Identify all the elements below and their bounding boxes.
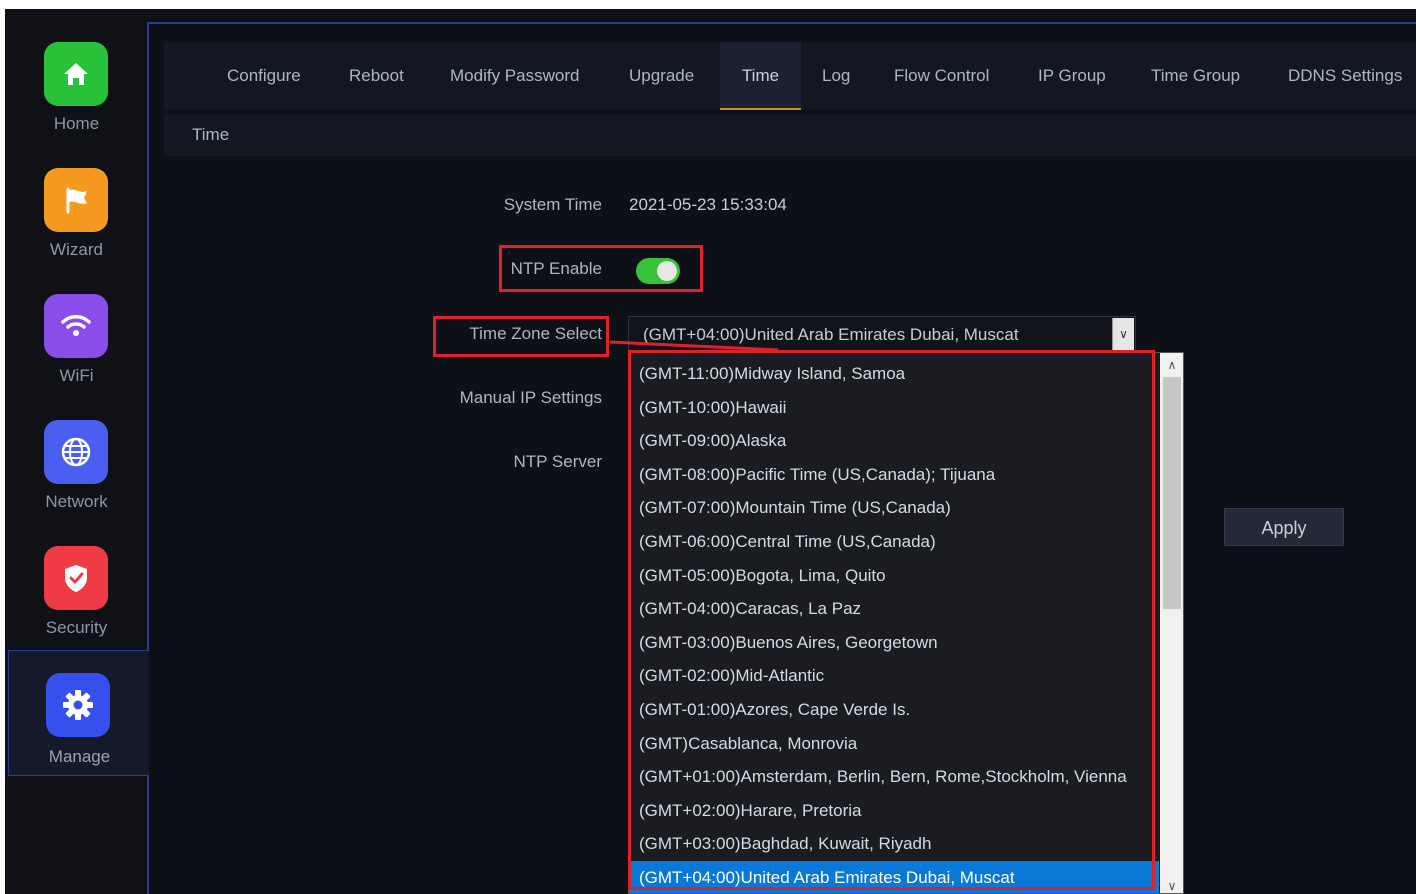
chevron-down-icon[interactable]: ∨: [1112, 318, 1134, 350]
home-icon: [44, 42, 108, 106]
tab-ddns-settings[interactable]: DDNS Settings: [1288, 42, 1402, 110]
top-strip: [5, 9, 1416, 22]
toggle-knob: [657, 261, 677, 281]
tab-time-group[interactable]: Time Group: [1151, 42, 1240, 110]
sidebar-item-label: Network: [45, 492, 108, 511]
sidebar-item-security[interactable]: Security: [5, 546, 148, 666]
apply-button[interactable]: Apply: [1224, 508, 1344, 546]
tab-configure[interactable]: Configure: [227, 42, 301, 110]
sidebar-item-manage[interactable]: Manage: [8, 650, 149, 776]
sidebar-item-wizard[interactable]: Wizard: [5, 168, 148, 288]
shield-icon: [44, 546, 108, 610]
gear-icon: [46, 673, 110, 737]
system-time-value: 2021-05-23 15:33:04: [629, 195, 787, 214]
sidebar-item-label: WiFi: [59, 366, 94, 385]
sidebar-item-home[interactable]: Home: [5, 42, 148, 162]
timezone-label: Time Zone Select: [469, 324, 602, 343]
scroll-down-icon[interactable]: ∨: [1160, 877, 1183, 893]
tab-ip-group[interactable]: IP Group: [1038, 42, 1106, 110]
sidebar-item-label: Manage: [48, 747, 111, 766]
sidebar-item-wifi[interactable]: WiFi: [5, 294, 148, 414]
tab-bar: Configure Reboot Modify Password Upgrade…: [164, 42, 1416, 110]
scrollbar[interactable]: ∧ ∨: [1160, 353, 1183, 893]
tab-flow-control[interactable]: Flow Control: [894, 42, 989, 110]
ntp-enable-toggle[interactable]: [636, 258, 680, 284]
section-header: Time: [164, 114, 1416, 156]
flag-icon: [44, 168, 108, 232]
wifi-icon: [44, 294, 108, 358]
manual-ip-label: Manual IP Settings: [459, 388, 602, 407]
scroll-up-icon[interactable]: ∧: [1160, 353, 1183, 377]
tab-upgrade[interactable]: Upgrade: [629, 42, 694, 110]
tab-reboot[interactable]: Reboot: [349, 42, 404, 110]
scroll-thumb[interactable]: [1163, 377, 1181, 609]
system-time-label: System Time: [503, 195, 602, 214]
tab-modify-password[interactable]: Modify Password: [450, 42, 579, 110]
sidebar-item-label: Wizard: [50, 240, 103, 259]
globe-icon: [44, 420, 108, 484]
sidebar-item-label: Security: [45, 618, 108, 637]
sidebar-item-label: Home: [53, 114, 100, 133]
tab-log[interactable]: Log: [822, 42, 850, 110]
highlight-dropdown: [628, 350, 1155, 890]
ntp-server-label: NTP Server: [513, 452, 603, 471]
top-margin: [0, 0, 1416, 9]
tab-time[interactable]: Time: [720, 42, 801, 110]
ntp-enable-label: NTP Enable: [510, 259, 602, 278]
sidebar-item-network[interactable]: Network: [5, 420, 148, 540]
section-title: Time: [192, 125, 230, 144]
